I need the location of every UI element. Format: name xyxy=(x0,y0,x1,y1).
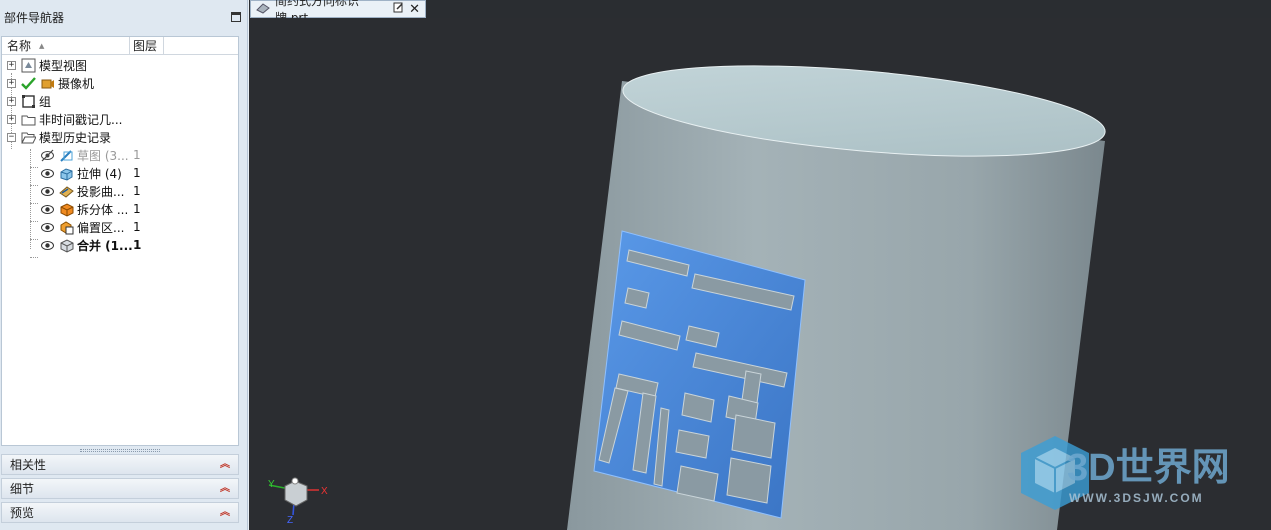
tree-item-label: 草图 (3... xyxy=(77,148,129,163)
expand-model-view-icon[interactable]: + xyxy=(7,61,16,70)
section-details[interactable]: 细节 ︽ xyxy=(1,478,239,499)
maximize-icon[interactable] xyxy=(231,12,241,22)
section-label: 预览 xyxy=(10,506,35,520)
chevron-up-icon[interactable]: ︽ xyxy=(220,483,230,493)
column-name-label: 名称 xyxy=(7,39,32,53)
chevron-up-icon[interactable]: ︽ xyxy=(220,507,230,517)
emblem-plate xyxy=(593,230,806,519)
tree-item-label: 组 xyxy=(39,94,52,109)
tree-item-model-history[interactable]: 模型历史记录 xyxy=(20,128,111,146)
model-view-icon xyxy=(20,57,36,73)
project-curve-icon xyxy=(58,183,74,199)
layer-value: 1 xyxy=(133,184,141,198)
view-triad[interactable]: X Y Z xyxy=(268,477,328,526)
triad-z-label: Z xyxy=(287,515,293,526)
column-layer-label: 图层 xyxy=(133,39,158,53)
section-preview[interactable]: 预览 ︽ xyxy=(1,502,239,523)
navigator-title: 部件导航器 xyxy=(4,10,65,25)
layer-value: 1 xyxy=(133,166,141,180)
part-navigator-panel: 部件导航器 名称 ▲ 图层 + 模型视图 + 摄像机 + 组 + 非时间戳记几.… xyxy=(0,0,248,530)
eye-icon[interactable] xyxy=(39,201,55,217)
sort-ascending-icon: ▲ xyxy=(39,41,45,50)
eye-icon[interactable] xyxy=(39,237,55,253)
tree-item-unite[interactable]: 合并 (1... xyxy=(39,236,133,254)
tree-item-label: 拆分体 ... xyxy=(77,202,129,217)
camera-icon xyxy=(39,75,55,91)
tree-item-project-curve[interactable]: 投影曲... xyxy=(39,182,124,200)
triad-x-label: X xyxy=(321,486,328,497)
layer-value: 1 xyxy=(133,202,141,216)
tree-item-camera[interactable]: 摄像机 xyxy=(20,74,94,92)
folder-open-icon xyxy=(20,129,36,145)
layer-value: 1 xyxy=(133,220,141,234)
layer-value: 1 xyxy=(133,148,141,162)
section-label: 细节 xyxy=(10,482,35,496)
section-label: 相关性 xyxy=(10,458,47,472)
column-name[interactable]: 名称 ▲ xyxy=(2,37,130,54)
tree-item-label: 非时间戳记几... xyxy=(39,112,123,127)
tree-item-label: 偏置区... xyxy=(77,220,125,235)
sketch-icon xyxy=(58,147,74,163)
eye-icon[interactable] xyxy=(39,183,55,199)
tree-item-offset-region[interactable]: 偏置区... xyxy=(39,218,124,236)
close-icon[interactable]: ✕ xyxy=(409,2,420,17)
panel-splitter[interactable] xyxy=(80,449,160,452)
layer-value: 1 xyxy=(133,238,142,252)
tree-item-label: 模型视图 xyxy=(39,58,88,73)
expand-camera-icon[interactable]: + xyxy=(7,79,16,88)
watermark-brand: 3D世界网 xyxy=(1067,447,1230,489)
tree-item-label: 模型历史记录 xyxy=(39,130,112,145)
column-layer[interactable]: 图层 xyxy=(130,37,164,54)
tab-document[interactable]: 简约式方向标识牌.prt ✕ xyxy=(250,0,426,25)
eye-hidden-icon[interactable] xyxy=(39,147,55,163)
document-modified-icon[interactable] xyxy=(393,2,404,16)
eye-icon[interactable] xyxy=(39,165,55,181)
tree-item-split-body[interactable]: 拆分体 ... xyxy=(39,200,128,218)
folder-icon xyxy=(20,111,36,127)
graphics-viewport[interactable]: 3D世界网 WWW.3DSJW.COM X Y Z xyxy=(249,18,1271,530)
tree-item-extrude[interactable]: 拉伸 (4) xyxy=(39,164,122,182)
extrude-icon xyxy=(58,165,74,181)
section-dependencies[interactable]: 相关性 ︽ xyxy=(1,454,239,475)
model-canvas: 3D世界网 WWW.3DSJW.COM X Y Z xyxy=(268,65,1230,530)
navigator-header: 部件导航器 xyxy=(0,0,247,34)
column-header: 名称 ▲ 图层 xyxy=(2,37,238,55)
offset-region-icon xyxy=(58,219,74,235)
tree-item-model-view[interactable]: 模型视图 xyxy=(20,56,87,74)
eye-icon[interactable] xyxy=(39,219,55,235)
tree-item-sketch[interactable]: 草图 (3... xyxy=(39,146,129,164)
split-body-icon xyxy=(58,201,74,217)
group-icon xyxy=(20,93,36,109)
tree-item-non-timestamp-geometry[interactable]: 非时间戳记几... xyxy=(20,110,122,128)
tree-item-label: 投影曲... xyxy=(77,184,125,199)
expand-group-icon[interactable]: + xyxy=(7,97,16,106)
chevron-up-icon[interactable]: ︽ xyxy=(220,459,230,469)
tree-item-group[interactable]: 组 xyxy=(20,92,51,110)
collapse-history-icon[interactable]: − xyxy=(7,133,16,142)
expand-non-timestamp-icon[interactable]: + xyxy=(7,115,16,124)
tree-item-label: 摄像机 xyxy=(58,76,95,91)
watermark-url: WWW.3DSJW.COM xyxy=(1069,491,1204,505)
checkmark-icon[interactable] xyxy=(20,75,36,91)
triad-y-label: Y xyxy=(268,479,275,490)
tree-item-label: 拉伸 (4) xyxy=(77,166,122,181)
unite-icon xyxy=(58,237,74,253)
document-tab-bar: 简约式方向标识牌.prt ✕ xyxy=(249,0,1271,25)
tree-item-label: 合并 (1... xyxy=(77,238,133,253)
navigator-tree-panel: 名称 ▲ 图层 + 模型视图 + 摄像机 + 组 + 非时间戳记几... − 模… xyxy=(1,36,239,446)
part-file-icon xyxy=(256,2,270,17)
